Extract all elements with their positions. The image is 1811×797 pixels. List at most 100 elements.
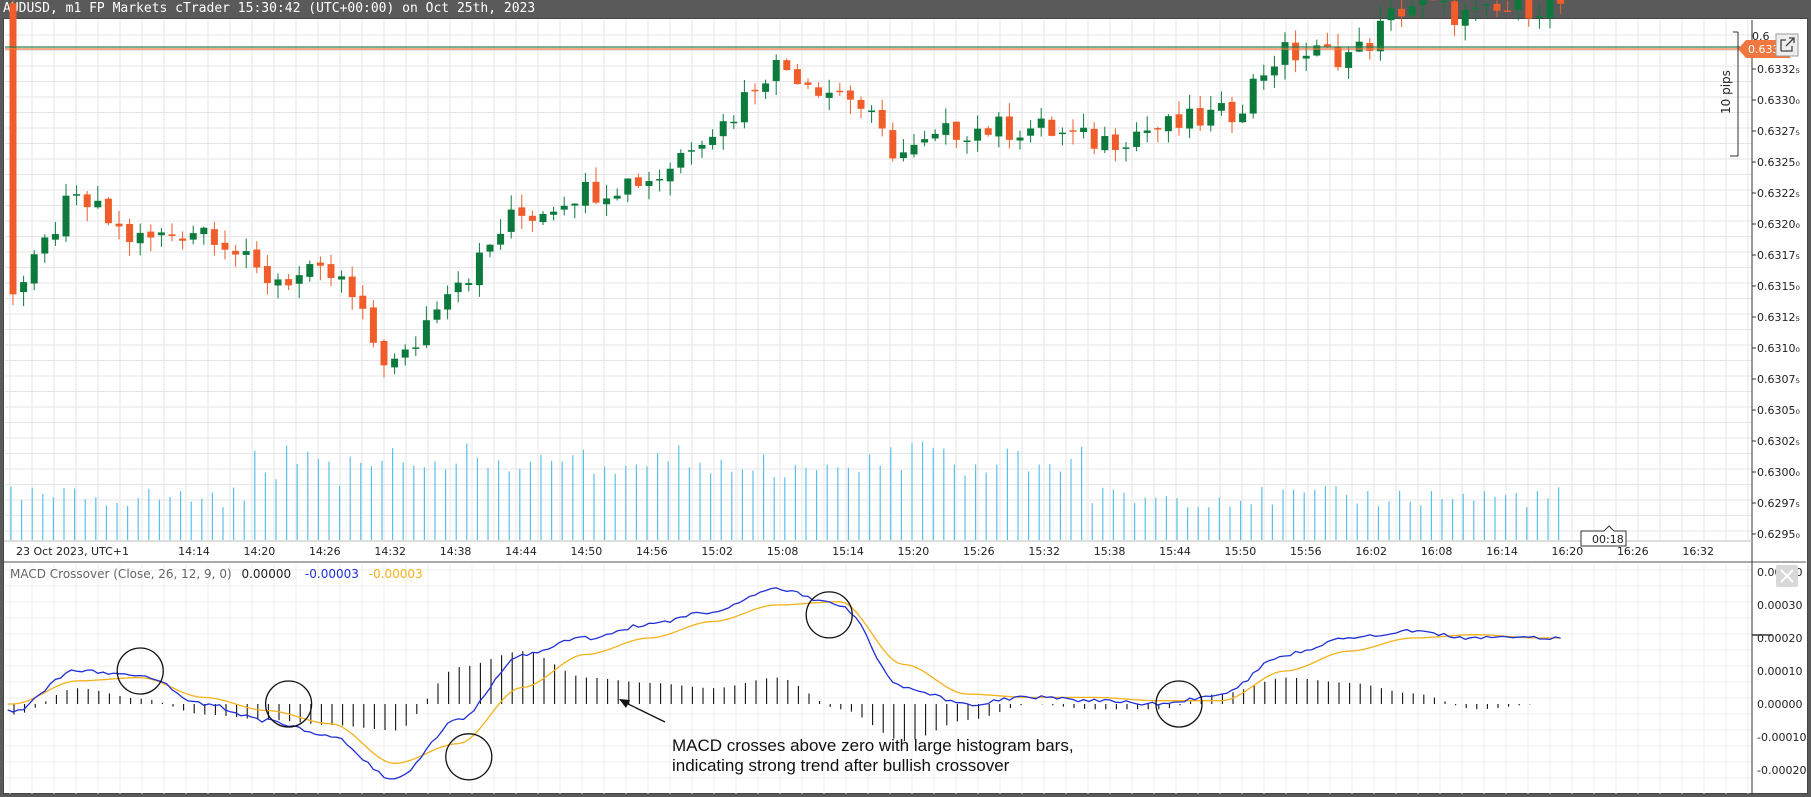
bull-candle bbox=[910, 144, 918, 155]
bear-candle bbox=[1069, 130, 1077, 132]
pips-label: 10 pips bbox=[1719, 70, 1733, 114]
annotation-line-2: indicating strong trend after bullish cr… bbox=[672, 756, 1010, 775]
annotation-line-1: MACD crosses above zero with large histo… bbox=[672, 736, 1074, 755]
crossover-circle bbox=[116, 647, 164, 695]
bull-candle bbox=[1217, 103, 1225, 111]
bull-candle bbox=[1143, 130, 1151, 133]
bull-candle bbox=[1345, 52, 1353, 68]
bear-candle bbox=[1451, 1, 1459, 25]
time-axis-label: 15:08 bbox=[767, 545, 799, 558]
macd-axis-label: 0.00030 bbox=[1757, 599, 1803, 612]
bear-candle bbox=[1228, 101, 1236, 123]
bull-candle bbox=[73, 194, 81, 196]
chart-grid bbox=[5, 20, 1752, 794]
bear-candle bbox=[1557, 0, 1565, 4]
bull-candle bbox=[719, 121, 727, 137]
bear-candle bbox=[348, 276, 356, 298]
crossover-circle bbox=[805, 591, 853, 639]
time-axis-label: 16:14 bbox=[1486, 545, 1518, 558]
bull-candle bbox=[581, 181, 589, 206]
bear-candle bbox=[793, 69, 801, 85]
trading-chart[interactable]: 0.6332₅ 0.6330₀ 0.6327₅ 0.6325₀ 0.6322₅ 0.632… bbox=[0, 0, 1811, 797]
bull-candle bbox=[762, 83, 770, 92]
bull-candle bbox=[1101, 136, 1109, 151]
bear-candle bbox=[210, 229, 218, 245]
bear-candle bbox=[104, 198, 112, 224]
bull-candle bbox=[475, 252, 483, 286]
bear-candle bbox=[804, 82, 812, 85]
bear-candle bbox=[380, 340, 388, 366]
bull-candle bbox=[412, 347, 420, 349]
bull-candle bbox=[1546, 0, 1554, 19]
bear-candle bbox=[1090, 128, 1098, 149]
price-axis-label: 0.6302₅ bbox=[1757, 435, 1800, 448]
bull-candle bbox=[772, 60, 780, 82]
bear-candle bbox=[115, 223, 123, 227]
bull-candle bbox=[1514, 0, 1522, 10]
macd-axis-label: 0.00020 bbox=[1757, 632, 1803, 645]
bull-candle bbox=[444, 294, 452, 310]
time-axis-label: 15:14 bbox=[832, 545, 864, 558]
bull-candle bbox=[1164, 116, 1172, 132]
bull-candle bbox=[825, 92, 833, 98]
close-indicator-button[interactable] bbox=[1776, 565, 1798, 587]
bear-candle bbox=[751, 89, 759, 92]
time-axis-label: 14:26 bbox=[309, 545, 341, 558]
bear-candle bbox=[179, 238, 187, 241]
bull-candle bbox=[242, 251, 250, 255]
bull-candle bbox=[1281, 42, 1289, 65]
bull-candle bbox=[1122, 147, 1130, 149]
macd-indicator-name[interactable]: MACD Crossover (Close, 26, 12, 9, 0) bbox=[10, 567, 232, 581]
bear-candle bbox=[1196, 108, 1204, 126]
price-axis-label: 0.6300₀ bbox=[1757, 466, 1800, 479]
bull-candle bbox=[560, 205, 568, 210]
volume-histogram bbox=[10, 441, 1560, 540]
bull-candle bbox=[868, 110, 876, 113]
bull-candle bbox=[136, 232, 144, 244]
bull-candle bbox=[921, 139, 929, 143]
time-axis: 23 Oct 2023, UTC+1 14:14 14:20 14:26 14:32 14… bbox=[16, 545, 1714, 558]
bear-candle bbox=[327, 264, 335, 279]
bull-candle bbox=[740, 92, 748, 123]
bar-countdown: 00:18 bbox=[1580, 525, 1627, 547]
bull-candle bbox=[687, 150, 695, 152]
bull-candle bbox=[613, 195, 621, 199]
bull-candle bbox=[1419, 0, 1427, 6]
bear-candle bbox=[783, 60, 791, 71]
bull-candle bbox=[306, 264, 314, 277]
bull-candle bbox=[1302, 55, 1310, 59]
bear-candle bbox=[285, 279, 293, 286]
macd-axis-label: 0.00000 bbox=[1757, 698, 1803, 711]
bull-candle bbox=[1482, 4, 1490, 6]
time-axis-label: 14:14 bbox=[178, 545, 210, 558]
svg-text:MACD Crossover (Close, 26, 12,: MACD Crossover (Close, 26, 12, 9, 0) 0.0… bbox=[10, 567, 423, 581]
time-axis-label: 16:32 bbox=[1682, 545, 1714, 558]
svg-text:00:18: 00:18 bbox=[1592, 533, 1624, 546]
bear-candle bbox=[846, 90, 854, 100]
bull-candle bbox=[157, 232, 165, 236]
time-axis-label: 16:26 bbox=[1617, 545, 1649, 558]
time-axis-label: 14:44 bbox=[505, 545, 537, 558]
time-axis-label: 14:20 bbox=[244, 545, 276, 558]
price-axis-label: 0.6317₅ bbox=[1757, 249, 1800, 262]
bear-candle bbox=[253, 249, 261, 268]
bull-candle bbox=[200, 227, 208, 235]
time-axis-label: 15:56 bbox=[1290, 545, 1322, 558]
bull-candle bbox=[486, 244, 494, 252]
bear-candle bbox=[889, 130, 897, 159]
bear-candle bbox=[634, 177, 642, 186]
bull-candle bbox=[645, 181, 653, 186]
time-axis-label: 23 Oct 2023, UTC+1 bbox=[16, 545, 129, 558]
detach-chart-button[interactable] bbox=[1775, 33, 1799, 57]
bull-candle bbox=[963, 140, 971, 143]
bull-candle bbox=[189, 233, 197, 240]
bear-candle bbox=[126, 223, 134, 243]
price-axis-label: 0.6315₀ bbox=[1757, 280, 1800, 293]
bull-candle bbox=[41, 237, 49, 254]
bear-candle bbox=[263, 266, 271, 284]
bull-candle bbox=[20, 282, 28, 293]
bear-candle bbox=[1048, 119, 1056, 136]
time-axis-label: 16:02 bbox=[1355, 545, 1387, 558]
bull-candle bbox=[1535, 15, 1543, 18]
bull-candle bbox=[401, 349, 409, 358]
